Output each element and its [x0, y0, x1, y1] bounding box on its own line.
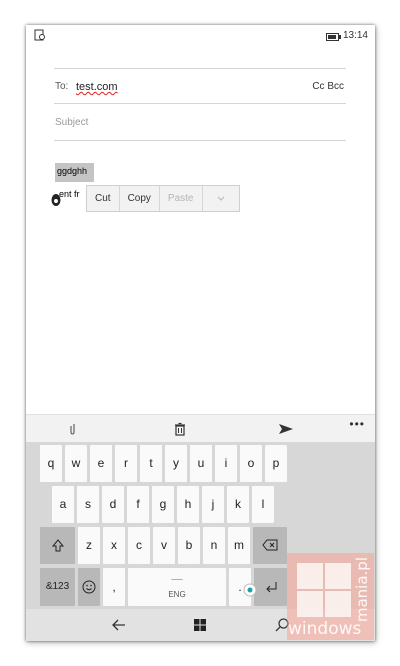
key-c[interactable]: c — [128, 527, 150, 564]
key-b[interactable]: b — [178, 527, 200, 564]
space-key[interactable]: ── ENG — [128, 568, 226, 606]
send-icon[interactable] — [278, 421, 294, 437]
status-bar: 13:14 — [26, 25, 375, 47]
key-d[interactable]: d — [102, 486, 124, 523]
more-options-chevron-icon[interactable] — [203, 186, 239, 211]
cut-button[interactable]: Cut — [87, 186, 120, 211]
key-x[interactable]: x — [103, 527, 125, 564]
key-t[interactable]: t — [140, 445, 162, 482]
key-n[interactable]: n — [203, 527, 225, 564]
key-m[interactable]: m — [228, 527, 250, 564]
attach-icon[interactable] — [65, 421, 81, 437]
divider — [54, 140, 346, 141]
to-label: To: — [55, 81, 69, 92]
key-l[interactable]: l — [252, 486, 274, 523]
copy-button[interactable]: Copy — [120, 186, 160, 211]
status-time: 13:14 — [342, 30, 368, 41]
to-field[interactable]: test.com — [76, 81, 118, 93]
battery-icon — [326, 33, 341, 41]
phone-screen: 13:14 To: test.com Cc Bcc Subject ggdghh… — [26, 25, 375, 641]
notification-icon — [34, 29, 45, 41]
key-s[interactable]: s — [77, 486, 99, 523]
shift-key[interactable] — [40, 527, 75, 564]
emoji-key[interactable] — [78, 568, 100, 606]
watermark-text: windows — [288, 619, 362, 639]
key-r[interactable]: r — [115, 445, 137, 482]
context-menu: Cut Copy Paste — [86, 185, 240, 212]
key-w[interactable]: w — [65, 445, 87, 482]
body-text[interactable]: ent fr — [59, 189, 80, 199]
paste-button[interactable]: Paste — [160, 186, 203, 211]
key-y[interactable]: y — [165, 445, 187, 482]
cc-bcc-button[interactable]: Cc Bcc — [312, 81, 344, 92]
comma-key[interactable]: , — [103, 568, 125, 606]
shift-arrow-icon — [51, 539, 64, 552]
key-q[interactable]: q — [40, 445, 62, 482]
emoji-icon — [82, 580, 96, 594]
cursor-control-icon[interactable] — [243, 583, 257, 597]
app-bar: ••• — [26, 414, 375, 443]
key-a[interactable]: a — [52, 486, 74, 523]
divider — [54, 68, 346, 69]
windows-start-icon[interactable] — [192, 617, 208, 633]
back-icon[interactable] — [111, 617, 127, 633]
symbols-key[interactable]: &123 — [40, 568, 75, 606]
backspace-icon — [262, 539, 278, 551]
key-f[interactable]: f — [127, 486, 149, 523]
key-j[interactable]: j — [202, 486, 224, 523]
key-z[interactable]: z — [78, 527, 100, 564]
key-i[interactable]: i — [215, 445, 237, 482]
language-label: ENG — [168, 590, 186, 599]
watermark-vertical-text: mania.pl — [353, 557, 371, 623]
key-v[interactable]: v — [153, 527, 175, 564]
enter-icon — [265, 582, 276, 593]
key-u[interactable]: u — [190, 445, 212, 482]
backspace-key[interactable] — [253, 527, 287, 564]
delete-icon[interactable] — [172, 421, 188, 437]
key-o[interactable]: o — [240, 445, 262, 482]
key-g[interactable]: g — [152, 486, 174, 523]
selected-body-text[interactable]: ggdghh — [55, 163, 94, 182]
key-e[interactable]: e — [90, 445, 112, 482]
subject-field[interactable]: Subject — [55, 117, 88, 128]
enter-key[interactable] — [254, 568, 287, 606]
divider — [54, 103, 346, 104]
key-k[interactable]: k — [227, 486, 249, 523]
key-p[interactable]: p — [265, 445, 287, 482]
more-icon[interactable]: ••• — [349, 417, 365, 431]
key-h[interactable]: h — [177, 486, 199, 523]
